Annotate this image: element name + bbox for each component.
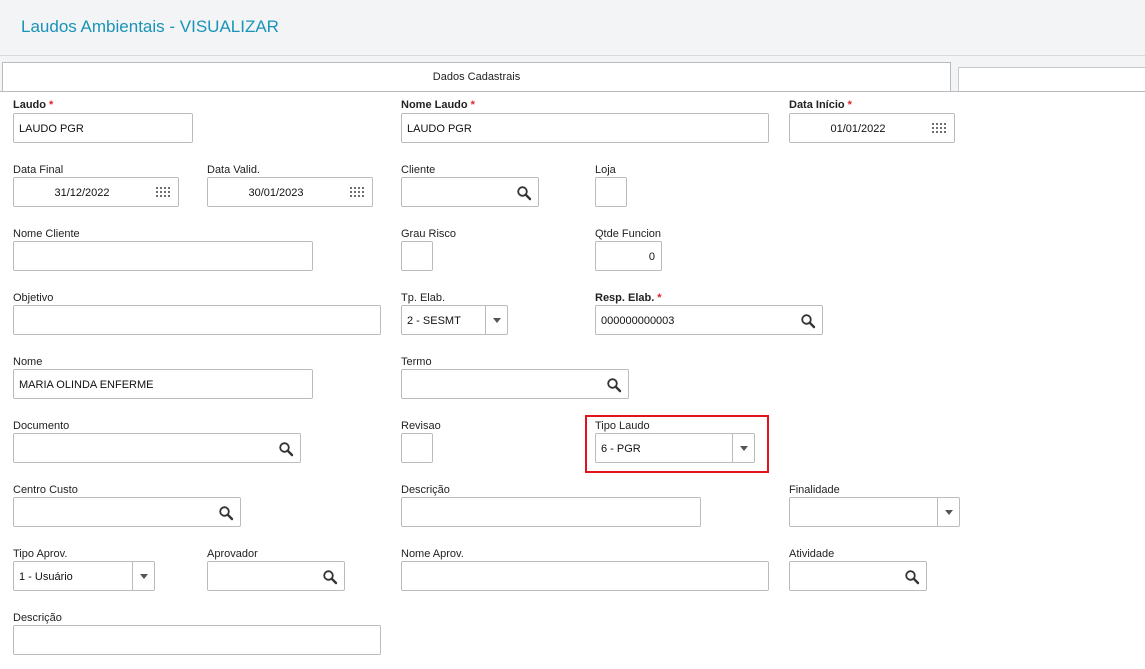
loja-field[interactable] bbox=[595, 177, 627, 207]
atividade-label: Atividade bbox=[789, 548, 835, 560]
revisao-field[interactable] bbox=[401, 433, 433, 463]
tab-bar: Dados Cadastrais bbox=[0, 56, 1145, 93]
descricao-label: Descrição bbox=[401, 484, 450, 496]
data-valid-field[interactable]: 30/01/2023 bbox=[207, 177, 373, 207]
nome-laudo-field[interactable]: LAUDO PGR bbox=[401, 113, 769, 143]
finalidade-label: Finalidade bbox=[789, 484, 840, 496]
data-valid-label: Data Valid. bbox=[207, 164, 260, 176]
page-title: Laudos Ambientais - VISUALIZAR bbox=[21, 17, 279, 36]
required-marker: * bbox=[49, 99, 54, 111]
qtde-funcion-label: Qtde Funcion bbox=[595, 228, 662, 240]
tp-elab-select[interactable]: 2 - SESMT bbox=[401, 305, 508, 335]
centro-custo-label: Centro Custo bbox=[13, 484, 78, 496]
nome-cliente-label: Nome Cliente bbox=[13, 228, 80, 240]
search-icon[interactable] bbox=[278, 441, 294, 457]
chevron-down-icon[interactable] bbox=[485, 306, 507, 334]
calendar-icon[interactable] bbox=[350, 187, 364, 199]
objetivo-field[interactable] bbox=[13, 305, 381, 335]
nome-field[interactable]: MARIA OLINDA ENFERME bbox=[13, 369, 313, 399]
calendar-icon[interactable] bbox=[156, 187, 170, 199]
tab-secondary[interactable] bbox=[958, 67, 1145, 91]
aprovador-label: Aprovador bbox=[207, 548, 258, 560]
search-icon[interactable] bbox=[516, 185, 532, 201]
nome-aprov-field[interactable] bbox=[401, 561, 769, 591]
calendar-icon[interactable] bbox=[932, 123, 946, 135]
termo-field[interactable] bbox=[401, 369, 629, 399]
data-inicio-label: Data Início * bbox=[789, 99, 852, 111]
search-icon[interactable] bbox=[606, 377, 622, 393]
data-final-label: Data Final bbox=[13, 164, 64, 176]
descricao-field[interactable] bbox=[401, 497, 701, 527]
cliente-field[interactable] bbox=[401, 177, 539, 207]
tab-dados-cadastrais[interactable]: Dados Cadastrais bbox=[2, 62, 951, 93]
centro-custo-field[interactable] bbox=[13, 497, 241, 527]
atividade-field[interactable] bbox=[789, 561, 927, 591]
data-final-field[interactable]: 31/12/2022 bbox=[13, 177, 179, 207]
tp-elab-label: Tp. Elab. bbox=[401, 292, 446, 304]
grau-risco-label: Grau Risco bbox=[401, 228, 457, 240]
nome-cliente-field[interactable] bbox=[13, 241, 313, 271]
search-icon[interactable] bbox=[218, 505, 234, 521]
required-marker: * bbox=[847, 99, 852, 111]
grau-risco-field[interactable] bbox=[401, 241, 433, 271]
nome-label: Nome bbox=[13, 356, 43, 368]
nome-aprov-label: Nome Aprov. bbox=[401, 548, 464, 560]
search-icon[interactable] bbox=[904, 569, 920, 585]
documento-label: Documento bbox=[13, 420, 70, 432]
laudo-field[interactable]: LAUDO PGR bbox=[13, 113, 193, 143]
required-marker: * bbox=[470, 99, 475, 111]
chevron-down-icon[interactable] bbox=[937, 498, 959, 526]
aprovador-field[interactable] bbox=[207, 561, 345, 591]
tipo-aprov-select[interactable]: 1 - Usuário bbox=[13, 561, 155, 591]
data-inicio-field[interactable]: 01/01/2022 bbox=[789, 113, 955, 143]
loja-label: Loja bbox=[595, 164, 616, 176]
descricao-aprov-field[interactable] bbox=[13, 625, 381, 655]
laudo-label: Laudo * bbox=[13, 99, 54, 111]
page-header: Laudos Ambientais - VISUALIZAR bbox=[0, 0, 1145, 56]
documento-field[interactable] bbox=[13, 433, 301, 463]
resp-elab-label: Resp. Elab. * bbox=[595, 292, 662, 304]
termo-label: Termo bbox=[401, 356, 432, 368]
objetivo-label: Objetivo bbox=[13, 292, 54, 304]
cliente-label: Cliente bbox=[401, 164, 436, 176]
chevron-down-icon[interactable] bbox=[132, 562, 154, 590]
search-icon[interactable] bbox=[322, 569, 338, 585]
nome-laudo-label: Nome Laudo * bbox=[401, 99, 475, 111]
required-marker: * bbox=[657, 292, 662, 304]
tipo-aprov-label: Tipo Aprov. bbox=[13, 548, 68, 560]
search-icon[interactable] bbox=[800, 313, 816, 329]
highlight-box bbox=[585, 415, 769, 473]
descricao-aprov-label: Descrição bbox=[13, 612, 62, 624]
resp-elab-field[interactable]: 000000000003 bbox=[595, 305, 823, 335]
revisao-label: Revisao bbox=[401, 420, 441, 432]
finalidade-select[interactable] bbox=[789, 497, 960, 527]
qtde-funcion-field[interactable]: 0 bbox=[595, 241, 662, 271]
